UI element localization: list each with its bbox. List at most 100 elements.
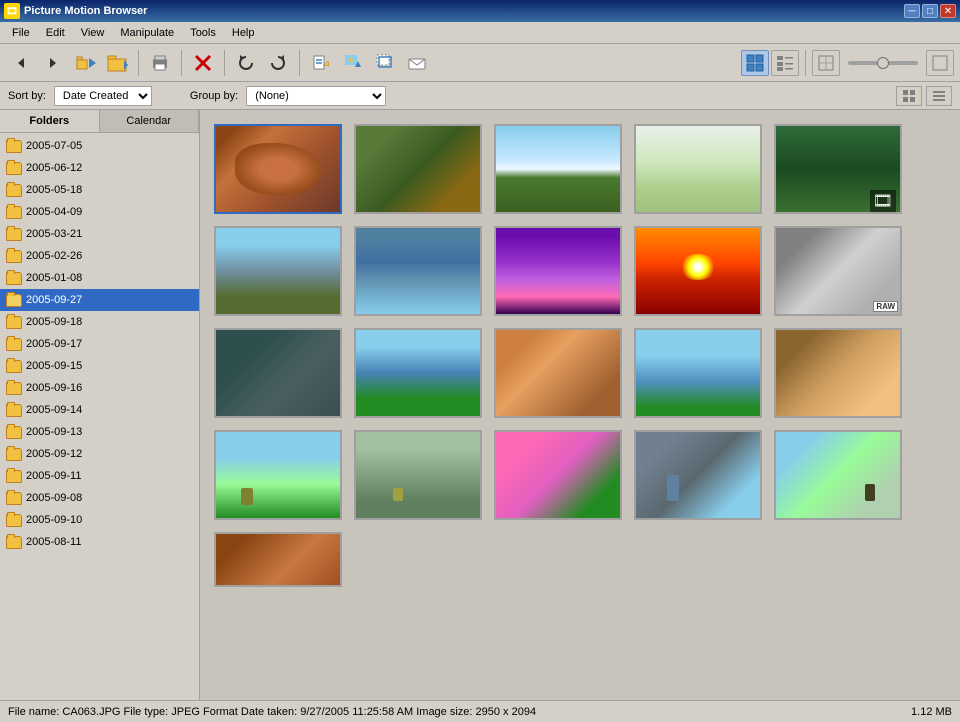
folder-item[interactable]: 2005-09-18: [0, 311, 199, 333]
sort-bar: Sort by: Date Created File Name File Siz…: [0, 82, 960, 110]
folder-icon-selected: [6, 294, 22, 307]
folder-item[interactable]: 2005-03-21: [0, 223, 199, 245]
thumbnail-image: [774, 430, 902, 520]
thumbnail-item[interactable]: [774, 328, 902, 418]
folder-item[interactable]: 2005-04-09: [0, 201, 199, 223]
forward-button[interactable]: [38, 48, 68, 78]
print-button[interactable]: [145, 48, 175, 78]
folder-item[interactable]: 2005-06-12: [0, 157, 199, 179]
folder-item[interactable]: 2005-01-08: [0, 267, 199, 289]
menu-manipulate[interactable]: Manipulate: [112, 25, 182, 41]
thumbnail-item[interactable]: [214, 124, 342, 214]
edit-button[interactable]: [306, 48, 336, 78]
thumbnail-item[interactable]: [354, 430, 482, 520]
thumbnail-image: [634, 328, 762, 418]
tab-calendar[interactable]: Calendar: [100, 110, 200, 132]
folder-button[interactable]: [102, 48, 132, 78]
menu-help[interactable]: Help: [224, 25, 263, 41]
thumbnail-item[interactable]: [494, 328, 622, 418]
sort-select[interactable]: Date Created File Name File Size File Ty…: [54, 86, 152, 106]
thumbnail-item[interactable]: [354, 226, 482, 316]
app-icon: 🎞: [4, 3, 20, 19]
toolbar-sep4: [299, 50, 300, 76]
import-button[interactable]: [70, 48, 100, 78]
folder-item[interactable]: 2005-09-10: [0, 509, 199, 531]
folder-item[interactable]: 2005-09-13: [0, 421, 199, 443]
thumbnail-item[interactable]: [214, 430, 342, 520]
folder-item[interactable]: 2005-09-15: [0, 355, 199, 377]
folder-item[interactable]: 2005-09-14: [0, 399, 199, 421]
thumbnail-item[interactable]: RAW: [774, 226, 902, 316]
thumbnail-image: [634, 430, 762, 520]
folder-item[interactable]: 2005-09-08: [0, 487, 199, 509]
folder-item[interactable]: 2005-07-05: [0, 135, 199, 157]
thumbnail-item[interactable]: [634, 430, 762, 520]
folder-icon: [6, 206, 22, 219]
folder-icon: [6, 316, 22, 329]
folder-icon: [6, 536, 22, 549]
thumbnail-image: [634, 124, 762, 214]
enhance-button[interactable]: [338, 48, 368, 78]
folder-item[interactable]: 2005-09-11: [0, 465, 199, 487]
folder-item[interactable]: 2005-08-11: [0, 531, 199, 553]
folder-icon: [6, 470, 22, 483]
thumbnail-item[interactable]: [494, 226, 622, 316]
thumbnail-item[interactable]: [214, 532, 342, 587]
tab-folders[interactable]: Folders: [0, 110, 100, 132]
content-area[interactable]: 🎞: [200, 110, 960, 700]
menu-edit[interactable]: Edit: [38, 25, 73, 41]
delete-button[interactable]: [188, 48, 218, 78]
folder-item[interactable]: 2005-09-17: [0, 333, 199, 355]
thumbnail-item[interactable]: [214, 226, 342, 316]
sort-label: Sort by:: [8, 90, 46, 102]
thumbnail-grid: 🎞: [210, 120, 950, 591]
folder-icon: [6, 140, 22, 153]
group-select[interactable]: (None) Date Folder Type: [246, 86, 386, 106]
thumbnail-image: [494, 430, 622, 520]
menu-view[interactable]: View: [73, 25, 113, 41]
folder-item[interactable]: 2005-09-12: [0, 443, 199, 465]
view-small-button[interactable]: [812, 50, 840, 76]
thumbnail-item[interactable]: [214, 328, 342, 418]
rotate-cw-button[interactable]: [263, 48, 293, 78]
thumbnail-item[interactable]: [494, 430, 622, 520]
maximize-button[interactable]: □: [922, 4, 938, 18]
crop-button[interactable]: [370, 48, 400, 78]
rotate-ccw-button[interactable]: [231, 48, 261, 78]
toolbar-sep1: [138, 50, 139, 76]
menu-tools[interactable]: Tools: [182, 25, 224, 41]
thumbnail-image: [214, 226, 342, 316]
folder-icon: [6, 184, 22, 197]
thumbnail-item[interactable]: 🎞: [774, 124, 902, 214]
thumbnail-item[interactable]: [354, 124, 482, 214]
view-controls: [741, 50, 954, 76]
send-button[interactable]: [402, 48, 432, 78]
thumbnail-image: [634, 226, 762, 316]
thumbnail-image: 🎞: [774, 124, 902, 214]
folder-item[interactable]: 2005-09-16: [0, 377, 199, 399]
view-toggle-1[interactable]: [896, 86, 922, 106]
thumbnail-item[interactable]: [494, 124, 622, 214]
thumbnail-image: [494, 226, 622, 316]
thumbnail-item[interactable]: [774, 430, 902, 520]
view-toggle-2[interactable]: [926, 86, 952, 106]
folder-icon: [6, 272, 22, 285]
menu-file[interactable]: File: [4, 25, 38, 41]
back-button[interactable]: [6, 48, 36, 78]
folder-item-selected[interactable]: 2005-09-27: [0, 289, 199, 311]
folder-item[interactable]: 2005-05-18: [0, 179, 199, 201]
group-label: Group by:: [190, 90, 238, 102]
view-large-button[interactable]: [926, 50, 954, 76]
close-button[interactable]: ✕: [940, 4, 956, 18]
folder-icon: [6, 228, 22, 241]
zoom-slider[interactable]: [848, 61, 918, 65]
thumbnail-item[interactable]: [634, 328, 762, 418]
thumbnail-item[interactable]: [634, 124, 762, 214]
view-list-button[interactable]: [771, 50, 799, 76]
view-grid-button[interactable]: [741, 50, 769, 76]
folder-item[interactable]: 2005-02-26: [0, 245, 199, 267]
folder-list[interactable]: 2005-07-05 2005-06-12 2005-05-18 2005-04…: [0, 133, 199, 700]
minimize-button[interactable]: ─: [904, 4, 920, 18]
thumbnail-item[interactable]: [354, 328, 482, 418]
thumbnail-item[interactable]: [634, 226, 762, 316]
